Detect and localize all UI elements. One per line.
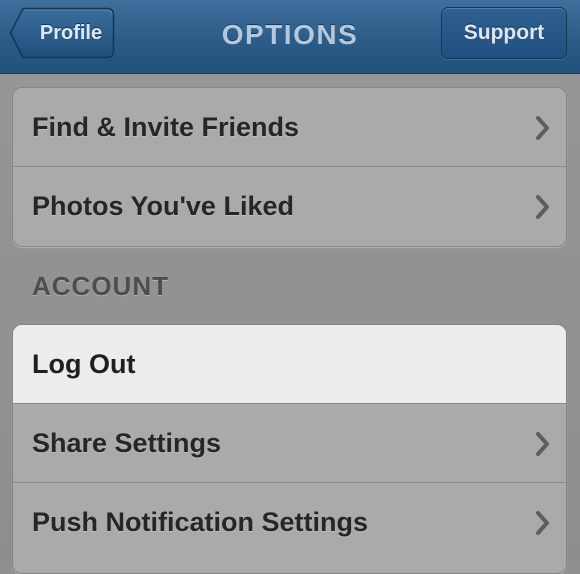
list-item-find-invite-friends[interactable]: Find & Invite Friends [13, 88, 566, 167]
list-item-label: Find & Invite Friends [32, 112, 300, 142]
list-item-share-settings[interactable]: Share Settings [13, 404, 566, 483]
list-item-log-out[interactable]: Log Out [13, 325, 566, 404]
friends-group: Find & Invite Friends Photos You've Like… [12, 87, 567, 247]
account-group: Log Out Share Settings Push Notification… [12, 324, 567, 574]
list-item-label: Push Notification Settings [32, 507, 369, 537]
support-button[interactable]: Support [441, 7, 567, 59]
list-item-label: Photos You've Liked [32, 191, 294, 221]
list-item-label: Share Settings [32, 428, 222, 458]
list-item-push-notification-settings[interactable]: Push Notification Settings [13, 483, 566, 562]
chevron-right-icon [536, 195, 549, 219]
back-button-label: Profile [39, 22, 103, 44]
list-item-photos-liked[interactable]: Photos You've Liked [13, 167, 566, 246]
profile-back-button[interactable]: Profile [9, 7, 115, 59]
navigation-bar: OPTIONS Profile Support [0, 0, 580, 74]
chevron-right-icon [536, 511, 549, 535]
chevron-right-icon [536, 116, 549, 140]
options-list: Find & Invite Friends Photos You've Like… [0, 74, 580, 574]
chevron-right-icon [536, 432, 549, 456]
list-item-label: Log Out [32, 349, 136, 379]
section-header-account: ACCOUNT [32, 271, 169, 301]
